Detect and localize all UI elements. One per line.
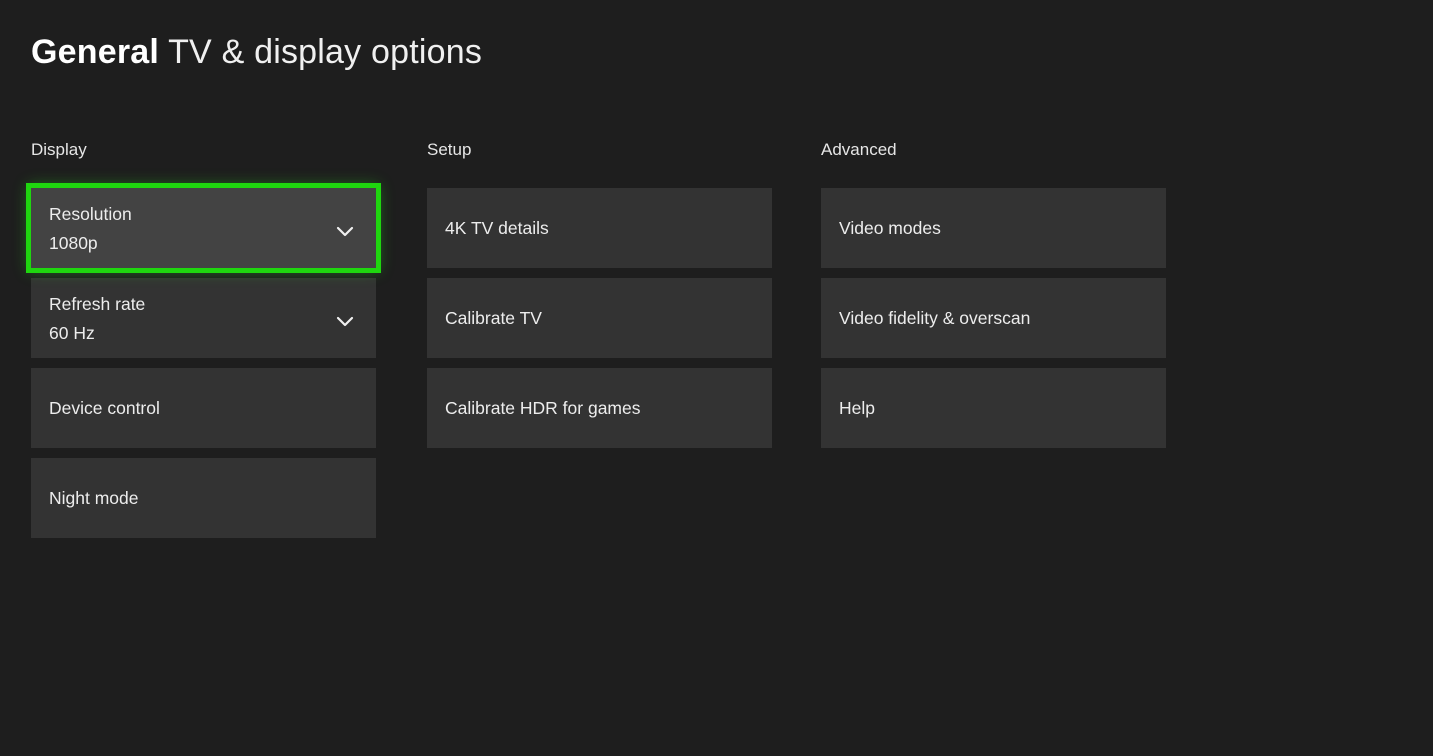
tv-display-options-screen: General TV & display options Display Res… <box>0 0 1433 756</box>
tile-help-label: Help <box>839 398 875 418</box>
tile-calibrate-tv[interactable]: Calibrate TV <box>427 278 772 358</box>
tile-resolution-value: 1080p <box>49 233 98 253</box>
tile-refresh-rate-value: 60 Hz <box>49 323 95 343</box>
column-setup: Setup 4K TV details Calibrate TV Calibra… <box>427 140 772 458</box>
page-title: General TV & display options <box>31 31 482 73</box>
tile-4k-tv-details-label: 4K TV details <box>445 218 549 238</box>
column-header-advanced: Advanced <box>821 140 897 159</box>
tile-4k-tv-details[interactable]: 4K TV details <box>427 188 772 268</box>
tile-video-modes-label: Video modes <box>839 218 941 238</box>
tile-video-modes[interactable]: Video modes <box>821 188 1166 268</box>
column-header-setup: Setup <box>427 140 472 159</box>
tile-device-control-label: Device control <box>49 398 160 418</box>
tile-night-mode[interactable]: Night mode <box>31 458 376 538</box>
tile-refresh-rate[interactable]: Refresh rate 60 Hz <box>31 278 376 358</box>
page-title-category: General <box>31 33 160 71</box>
tile-video-fidelity-overscan-label: Video fidelity & overscan <box>839 308 1031 328</box>
column-header-display: Display <box>31 140 87 159</box>
tile-refresh-rate-text: Refresh rate 60 Hz <box>49 293 145 343</box>
tile-resolution-text: Resolution 1080p <box>49 203 132 253</box>
tile-resolution-label: Resolution <box>49 204 132 224</box>
tile-video-fidelity-overscan[interactable]: Video fidelity & overscan <box>821 278 1166 358</box>
page-title-subject: TV & display options <box>168 33 483 71</box>
tile-calibrate-hdr-for-games[interactable]: Calibrate HDR for games <box>427 368 772 448</box>
column-display: Display Resolution 1080p Refresh rate 60… <box>26 140 381 548</box>
tile-refresh-rate-label: Refresh rate <box>49 294 146 314</box>
tile-calibrate-tv-label: Calibrate TV <box>445 308 542 328</box>
column-advanced: Advanced Video modes Video fidelity & ov… <box>821 140 1166 458</box>
tile-help[interactable]: Help <box>821 368 1166 448</box>
tile-resolution[interactable]: Resolution 1080p <box>26 183 381 273</box>
tile-list-advanced: Video modes Video fidelity & overscan He… <box>821 188 1166 448</box>
chevron-down-icon <box>332 308 358 334</box>
tile-list-display: Resolution 1080p Refresh rate 60 Hz Devi… <box>26 183 381 538</box>
chevron-down-icon <box>332 218 358 244</box>
tile-device-control[interactable]: Device control <box>31 368 376 448</box>
tile-night-mode-label: Night mode <box>49 488 139 508</box>
tile-calibrate-hdr-for-games-label: Calibrate HDR for games <box>445 398 641 418</box>
tile-list-setup: 4K TV details Calibrate TV Calibrate HDR… <box>427 188 772 448</box>
